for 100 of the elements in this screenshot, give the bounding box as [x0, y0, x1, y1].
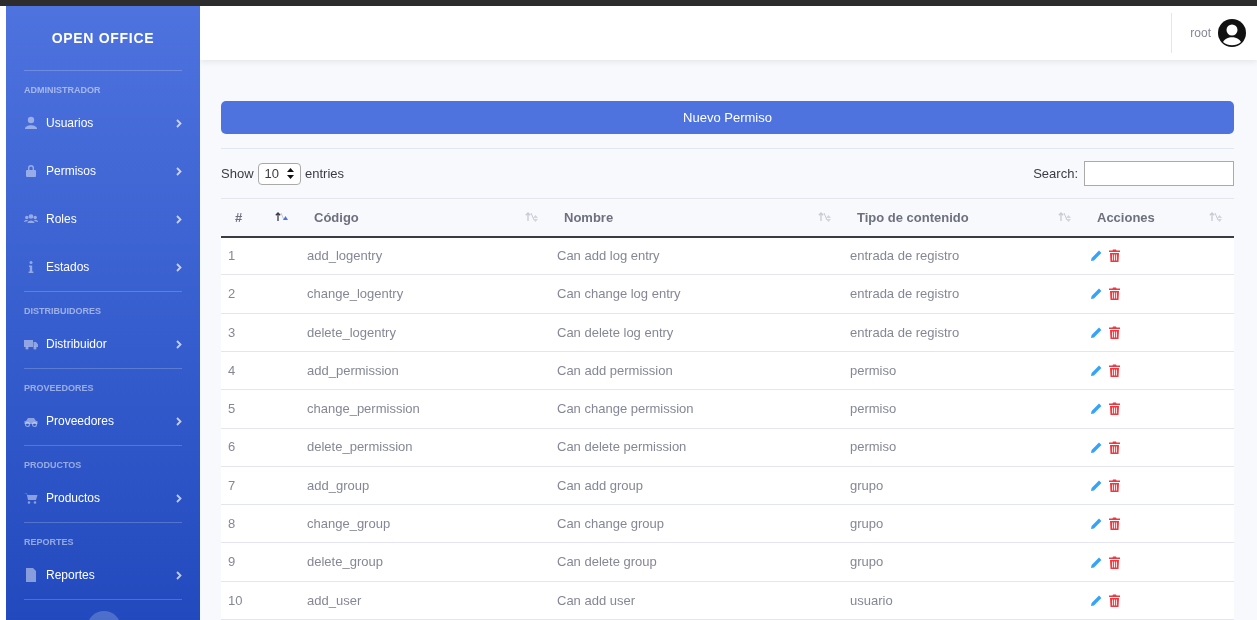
column-header[interactable]: Tipo de contenido [843, 198, 1083, 237]
table-cell: Can add permission [550, 351, 843, 390]
table-cell: 10 [221, 581, 300, 620]
column-header[interactable]: Acciones [1083, 198, 1234, 237]
table-cell: Can delete permission [550, 428, 843, 467]
chevron-right-icon [176, 262, 182, 272]
table-cell: add_user [300, 581, 550, 620]
users-icon [24, 212, 38, 226]
entries-select[interactable]: 10 [257, 162, 301, 185]
table-cell: change_group [300, 504, 550, 543]
table-cell: permiso [843, 351, 1083, 390]
pencil-icon[interactable] [1090, 555, 1103, 569]
sidebar-item[interactable]: Estados [24, 243, 182, 291]
column-header[interactable]: Nombre [550, 198, 843, 237]
pencil-icon[interactable] [1090, 402, 1103, 416]
chevron-right-icon [176, 166, 182, 176]
table-cell: grupo [843, 542, 1083, 582]
table-cell: entrada de registro [843, 274, 1083, 314]
cart-icon [24, 491, 38, 505]
trash-icon[interactable] [1109, 364, 1120, 378]
user-avatar-icon[interactable] [1217, 18, 1247, 48]
trash-icon[interactable] [1109, 402, 1120, 416]
pencil-icon[interactable] [1090, 478, 1103, 492]
table-cell: 2 [221, 274, 300, 314]
trash-icon[interactable] [1109, 517, 1120, 531]
table-cell: Can change group [550, 504, 843, 543]
table-cell: delete_logentry [300, 313, 550, 352]
section-heading: REPORTES [24, 536, 75, 549]
table-cell: add_logentry [300, 236, 550, 275]
pencil-icon[interactable] [1090, 593, 1103, 607]
table-cell: 1 [221, 236, 300, 275]
sidebar-item[interactable]: Usuarios [24, 99, 182, 147]
table-cell: grupo [843, 466, 1083, 505]
table-cell: Can add log entry [550, 236, 843, 275]
sidebar-item[interactable]: Productos [24, 474, 182, 522]
table-cell: 8 [221, 504, 300, 543]
trash-icon[interactable] [1109, 249, 1120, 263]
section-heading: PRODUCTOS [24, 459, 83, 472]
chevron-right-icon [176, 570, 182, 580]
table-cell: add_group [300, 466, 550, 505]
sidebar-item[interactable]: Distribuidor [24, 320, 182, 368]
chevron-right-icon [176, 339, 182, 349]
trash-icon[interactable] [1109, 593, 1120, 607]
sidebar-item[interactable]: Roles [24, 195, 182, 243]
sidebar-item[interactable]: Proveedores [24, 397, 182, 445]
chevron-right-icon [176, 493, 182, 503]
sidebar-item[interactable]: Permisos [24, 147, 182, 195]
table-cell: grupo [843, 504, 1083, 543]
lock-icon [24, 164, 38, 178]
table-cell: add_permission [300, 351, 550, 390]
trash-icon[interactable] [1109, 325, 1120, 339]
table-cell: Can add group [550, 466, 843, 505]
table-cell: 9 [221, 542, 300, 582]
trash-icon[interactable] [1109, 555, 1120, 569]
table-cell: 4 [221, 351, 300, 390]
table-cell: permiso [843, 428, 1083, 467]
file-icon [24, 568, 38, 582]
brand-title[interactable]: OPEN OFFICE [24, 6, 182, 70]
table-cell: Can add user [550, 581, 843, 620]
section-heading: ADMINISTRADOR [24, 84, 102, 97]
table-cell: permiso [843, 389, 1083, 428]
search-field[interactable] [1084, 161, 1234, 187]
show-label: Show [221, 164, 254, 183]
table-cell: Can change log entry [550, 274, 843, 314]
column-header[interactable]: # [221, 198, 300, 237]
table-cell: delete_permission [300, 428, 550, 467]
truck-icon [24, 337, 38, 351]
entries-label: entries [305, 164, 345, 183]
trash-icon[interactable] [1109, 287, 1120, 301]
pencil-icon[interactable] [1090, 287, 1103, 301]
section-heading: PROVEEDORES [24, 382, 95, 395]
user-icon [24, 116, 38, 130]
chevron-right-icon [176, 214, 182, 224]
table-cell: delete_group [300, 542, 550, 582]
table-cell: entrada de registro [843, 236, 1083, 275]
table-cell: Can change permission [550, 389, 843, 428]
table-cell: change_permission [300, 389, 550, 428]
user-name[interactable]: root [1190, 24, 1211, 42]
trash-icon[interactable] [1109, 478, 1120, 492]
pencil-icon[interactable] [1090, 249, 1103, 263]
sidebar-item[interactable]: Reportes [24, 551, 182, 599]
pencil-icon[interactable] [1090, 364, 1103, 378]
pencil-icon[interactable] [1090, 517, 1103, 531]
table-cell: 5 [221, 389, 300, 428]
search-label: Search: [1033, 164, 1078, 183]
table-cell: change_logentry [300, 274, 550, 314]
table-cell: entrada de registro [843, 313, 1083, 352]
section-heading: DISTRIBUIDORES [24, 305, 102, 318]
table-cell: Can delete group [550, 542, 843, 582]
trash-icon[interactable] [1109, 440, 1120, 454]
column-header[interactable]: Código [300, 198, 550, 237]
pencil-icon[interactable] [1090, 440, 1103, 454]
new-permission-button[interactable]: Nuevo Permiso [221, 101, 1234, 135]
table-cell: Can delete log entry [550, 313, 843, 352]
table-cell: usuario [843, 581, 1083, 620]
pencil-icon[interactable] [1090, 325, 1103, 339]
stepper-icon [287, 168, 294, 180]
table-cell: 6 [221, 428, 300, 467]
table-cell: 7 [221, 466, 300, 505]
chevron-right-icon [176, 416, 182, 426]
